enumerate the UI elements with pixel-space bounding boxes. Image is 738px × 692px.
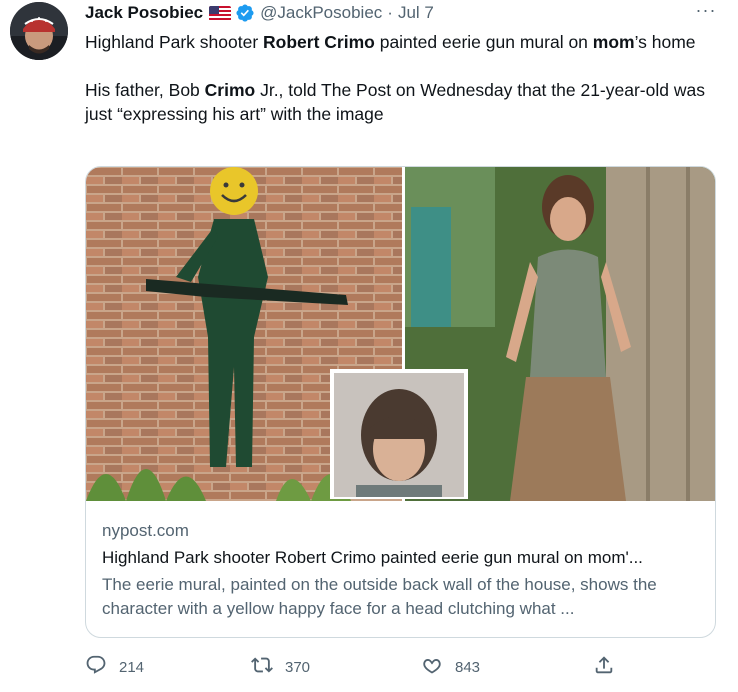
retweet-count: 370 (285, 658, 311, 676)
like-count: 843 (455, 658, 481, 676)
author-name[interactable]: Jack Posobiec (85, 3, 203, 23)
more-options-icon[interactable]: ··· (693, 0, 719, 22)
like-button[interactable]: 843 (421, 652, 480, 682)
author-handle[interactable]: @JackPosobiec (260, 3, 382, 23)
author-avatar[interactable] (10, 2, 68, 60)
tweet-date[interactable]: Jul 7 (398, 3, 434, 23)
reply-button[interactable]: 214 (85, 652, 144, 682)
share-button[interactable] (593, 652, 615, 682)
link-preview-card[interactable]: nypost.com Highland Park shooter Robert … (85, 166, 716, 638)
reply-icon (85, 654, 107, 680)
us-flag-icon (209, 5, 232, 21)
card-footer: nypost.com Highland Park shooter Robert … (102, 519, 702, 621)
header-separator: · (387, 3, 393, 22)
share-icon (593, 654, 615, 680)
heart-icon (421, 654, 443, 680)
tweet-paragraph-1: Highland Park shooter Robert Crimo paint… (85, 32, 696, 52)
card-domain: nypost.com (102, 521, 189, 540)
tweet-actions: 214 370 843 (85, 652, 635, 682)
tweet-paragraph-2: His father, Bob Crimo Jr., told The Post… (85, 80, 705, 124)
card-image[interactable] (86, 167, 715, 501)
reply-count: 214 (119, 658, 145, 676)
retweet-icon (251, 654, 273, 680)
card-description: The eerie mural, painted on the outside … (102, 575, 657, 618)
retweet-button[interactable]: 370 (251, 652, 310, 682)
card-title[interactable]: Highland Park shooter Robert Crimo paint… (102, 545, 702, 571)
tweet-header: Jack Posobiec @JackPosobiec · Jul 7 (85, 2, 434, 24)
verified-badge-icon (235, 3, 255, 23)
tweet-text: Highland Park shooter Robert Crimo paint… (85, 30, 720, 126)
